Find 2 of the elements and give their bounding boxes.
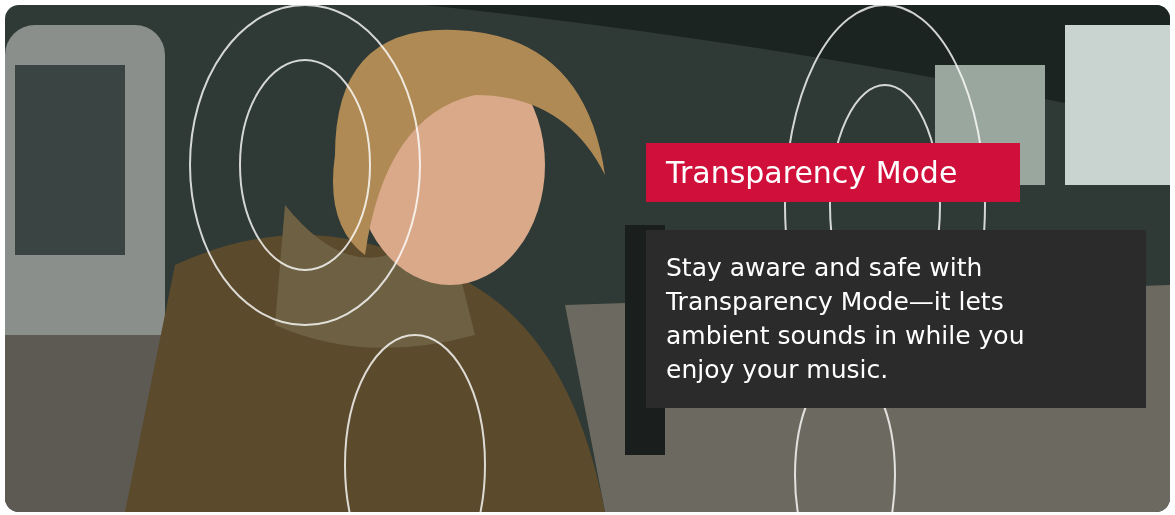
- description-text: Stay aware and safe with Transparency Mode—it lets ambient sounds in while you enjoy your music.: [666, 252, 1026, 386]
- banner-title: Transparency Mode: [646, 143, 1020, 202]
